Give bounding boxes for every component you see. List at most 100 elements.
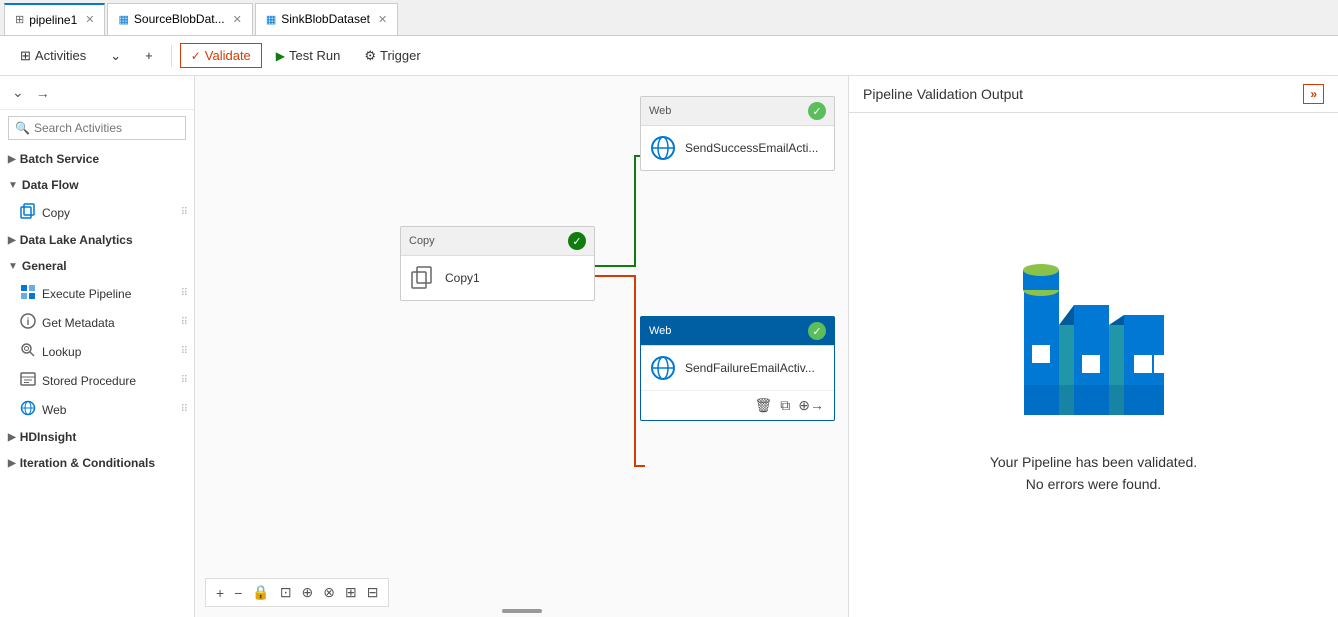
web-failure-header: Web ✓ [641,317,834,346]
web-success-status: ✓ [808,102,826,120]
canvas-remove-btn[interactable]: − [230,583,246,603]
sidebar-section-header-batch-service[interactable]: ▶ Batch Service [0,146,194,172]
canvas-zoom-in-btn[interactable]: ⊕ [298,582,318,603]
canvas-add-btn[interactable]: + [212,583,228,603]
web-failure-link-btn[interactable]: ⊕→ [796,395,826,416]
data-lake-arrow: ▶ [8,235,16,246]
stored-procedure-drag: ⠿ [181,375,188,386]
canvas-layout-btn[interactable]: ⊟ [363,582,383,603]
canvas-grid-btn[interactable]: ⊞ [341,582,361,603]
general-arrow: ▼ [8,261,18,272]
activities-icon: ⊞ [20,48,31,64]
canvas-fit-btn[interactable]: ⊡ [276,582,296,603]
copy-node-body: Copy1 [401,256,594,300]
hdinsight-arrow: ▶ [8,432,16,443]
toolbar-separator [171,45,172,67]
sidebar: ⌄ → 🔍 ▶ Batch Service ▼ Data Flow [0,76,195,617]
validate-button[interactable]: ✓ Validate [180,43,262,68]
web-sidebar-icon [20,400,36,419]
copy-node-label: Copy1 [445,271,586,285]
hdinsight-label: HDInsight [20,430,77,444]
tab-sourceblobdat-close[interactable]: ✕ [233,13,242,26]
add-button[interactable]: + [135,44,163,67]
execute-pipeline-icon [20,284,36,303]
web-failure-header-label: Web [649,325,671,337]
right-panel-collapse-btn[interactable]: » [1303,84,1324,104]
web-failure-status: ✓ [808,322,826,340]
lookup-label: Lookup [42,345,81,359]
web-success-label: SendSuccessEmailActi... [685,141,826,155]
validation-text: Your Pipeline has been validated. No err… [990,451,1197,496]
get-metadata-drag: ⠿ [181,317,188,328]
lookup-drag: ⠿ [181,346,188,357]
copy-node[interactable]: Copy ✓ Copy1 [400,226,595,301]
web-success-icon [649,134,677,162]
sidebar-section-header-data-flow[interactable]: ▼ Data Flow [0,172,194,198]
copy-node-header: Copy ✓ [401,227,594,256]
sidebar-expand-btn[interactable]: ⌄ [8,82,28,103]
test-run-button[interactable]: ▶ Test Run [266,44,351,67]
pipeline-tab-icon: ⊞ [15,13,24,26]
activities-button[interactable]: ⊞ Activities [10,44,96,68]
data-flow-label: Data Flow [22,178,79,192]
copy-item-icon [20,203,36,222]
canvas-lock-btn[interactable]: 🔒 [248,582,273,603]
tab-sinkblobdataset-label: SinkBlobDataset [281,12,370,26]
sidebar-section-header-data-lake[interactable]: ▶ Data Lake Analytics [0,227,194,253]
tab-pipeline1-close[interactable]: ✕ [85,13,94,26]
right-panel-header: Pipeline Validation Output » [849,76,1338,113]
sidebar-section-header-hdinsight[interactable]: ▶ HDInsight [0,424,194,450]
copy-node-header-label: Copy [409,235,435,247]
tab-sinkblobdataset[interactable]: ▦ SinkBlobDataset ✕ [255,3,398,35]
canvas-toolbar: + − 🔒 ⊡ ⊕ ⊗ ⊞ ⊟ [205,578,389,607]
get-metadata-icon: i [20,313,36,332]
web-success-body: SendSuccessEmailActi... [641,126,834,170]
web-failure-copy-btn[interactable]: ⧉ [778,395,792,416]
sidebar-item-execute-pipeline[interactable]: Execute Pipeline ⠿ [0,279,194,308]
sidebar-section-data-lake: ▶ Data Lake Analytics [0,227,194,253]
scroll-indicator [502,609,542,613]
iteration-label: Iteration & Conditionals [20,456,155,470]
web-success-node[interactable]: Web ✓ SendSuccessEmailActi... [640,96,835,171]
tab-sourceblobdat[interactable]: ▦ SourceBlobDat... ✕ [107,3,252,35]
tab-pipeline1[interactable]: ⊞ pipeline1 ✕ [4,3,105,35]
execute-pipeline-label: Execute Pipeline [42,287,131,301]
web-failure-body: SendFailureEmailActiv... [641,346,834,390]
canvas-zoom-out-btn[interactable]: ⊗ [319,582,339,603]
sidebar-item-copy[interactable]: Copy ⠿ [0,198,194,227]
execute-pipeline-drag: ⠿ [181,288,188,299]
trigger-button[interactable]: ⚙ Trigger [354,44,430,68]
sidebar-section-header-iteration[interactable]: ▶ Iteration & Conditionals [0,450,194,476]
sidebar-section-hdinsight: ▶ HDInsight [0,424,194,450]
web-failure-label: SendFailureEmailActiv... [685,361,826,375]
expand-button[interactable]: ⌄ [100,44,131,68]
main-layout: ⌄ → 🔍 ▶ Batch Service ▼ Data Flow [0,76,1338,617]
batch-service-label: Batch Service [20,152,99,166]
expand-icon: ⌄ [110,48,121,64]
sidebar-item-stored-procedure[interactable]: Stored Procedure ⠿ [0,366,194,395]
web-sidebar-label: Web [42,403,66,417]
web-drag: ⠿ [181,404,188,415]
validation-line2: No errors were found. [990,473,1197,495]
copy-drag-handle: ⠿ [181,207,188,218]
sidebar-add-btn[interactable]: → [32,83,54,103]
tab-sourceblobdat-label: SourceBlobDat... [134,12,225,26]
iteration-arrow: ▶ [8,458,16,469]
web-failure-actions: 🗑 ⧉ ⊕→ [641,390,834,420]
sidebar-section-iteration: ▶ Iteration & Conditionals [0,450,194,476]
search-icon: 🔍 [15,121,30,135]
sidebar-item-web[interactable]: Web ⠿ [0,395,194,424]
sidebar-item-get-metadata[interactable]: i Get Metadata ⠿ [0,308,194,337]
test-run-label: Test Run [289,48,340,63]
sidebar-activities-header: ⌄ → [0,76,194,110]
sidebar-section-header-general[interactable]: ▼ General [0,253,194,279]
right-panel-title: Pipeline Validation Output [863,86,1023,102]
search-input[interactable] [34,121,179,135]
table-tab-icon-1: ▦ [118,13,128,26]
tab-pipeline1-label: pipeline1 [29,13,77,27]
web-failure-delete-btn[interactable]: 🗑 [752,395,774,416]
sidebar-item-lookup[interactable]: Lookup ⠿ [0,337,194,366]
tab-sinkblobdataset-close[interactable]: ✕ [378,13,387,26]
add-icon: + [145,48,153,63]
web-failure-node[interactable]: Web ✓ SendFailureEmailActiv... 🗑 ⧉ ⊕→ [640,316,835,421]
